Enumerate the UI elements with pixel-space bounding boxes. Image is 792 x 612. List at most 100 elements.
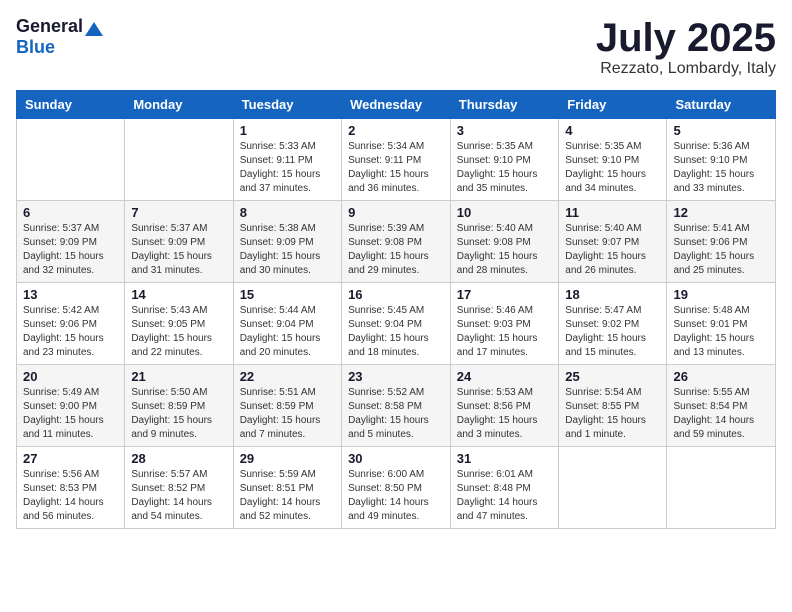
day-detail: Sunrise: 5:35 AM Sunset: 9:10 PM Dayligh… — [457, 140, 553, 196]
calendar-week-row: 6Sunrise: 5:37 AM Sunset: 9:09 PM Daylig… — [17, 201, 776, 283]
day-detail: Sunrise: 5:42 AM Sunset: 9:06 PM Dayligh… — [23, 304, 118, 360]
calendar-header-tuesday: Tuesday — [233, 91, 341, 119]
day-detail: Sunrise: 6:01 AM Sunset: 8:48 PM Dayligh… — [457, 468, 553, 524]
calendar-cell: 2Sunrise: 5:34 AM Sunset: 9:11 PM Daylig… — [342, 119, 451, 201]
calendar-week-row: 27 Sunrise: 5:56 AM Sunset: 8:53 PM Dayli… — [17, 447, 776, 529]
day-detail: Sunrise: 5:50 AM Sunset: 8:59 PM Dayligh… — [131, 386, 226, 442]
day-detail: Sunrise: 5:35 AM Sunset: 9:10 PM Dayligh… — [565, 140, 660, 196]
calendar-cell: 29 Sunrise: 5:59 AM Sunset: 8:51 PM Dayli… — [233, 447, 341, 529]
calendar-cell: 13 Sunrise: 5:42 AM Sunset: 9:06 PM Dayli… — [17, 283, 125, 365]
day-number: 23 — [348, 369, 444, 384]
day-number: 8 — [240, 205, 335, 220]
calendar-cell: 7 Sunrise: 5:37 AM Sunset: 9:09 PM Daylig… — [125, 201, 233, 283]
day-detail: Sunrise: 5:51 AM Sunset: 8:59 PM Dayligh… — [240, 386, 335, 442]
day-number: 27 — [23, 451, 118, 466]
day-detail: Sunrise: 5:48 AM Sunset: 9:01 PM Dayligh… — [673, 304, 769, 360]
calendar-cell: 23Sunrise: 5:52 AM Sunset: 8:58 PM Dayli… — [342, 365, 451, 447]
calendar-header-thursday: Thursday — [450, 91, 559, 119]
calendar-cell — [125, 119, 233, 201]
calendar-header-saturday: Saturday — [667, 91, 776, 119]
calendar-cell: 31 Sunrise: 6:01 AM Sunset: 8:48 PM Dayli… — [450, 447, 559, 529]
day-number: 11 — [565, 205, 660, 220]
day-number: 26 — [673, 369, 769, 384]
calendar-header-row: SundayMondayTuesdayWednesdayThursdayFrid… — [17, 91, 776, 119]
header: General Blue July 2025 Rezzato, Lombardy… — [16, 16, 776, 78]
day-number: 24 — [457, 369, 553, 384]
calendar-week-row: 13 Sunrise: 5:42 AM Sunset: 9:06 PM Dayli… — [17, 283, 776, 365]
day-number: 1 — [240, 123, 335, 138]
calendar-cell: 11 Sunrise: 5:40 AM Sunset: 9:07 PM Dayli… — [559, 201, 667, 283]
day-detail: Sunrise: 5:59 AM Sunset: 8:51 PM Dayligh… — [240, 468, 335, 524]
day-detail: Sunrise: 5:37 AM Sunset: 9:09 PM Dayligh… — [131, 222, 226, 278]
calendar-cell: 5 Sunrise: 5:36 AM Sunset: 9:10 PM Daylig… — [667, 119, 776, 201]
day-number: 28 — [131, 451, 226, 466]
calendar-cell: 18 Sunrise: 5:47 AM Sunset: 9:02 PM Dayli… — [559, 283, 667, 365]
calendar-header-friday: Friday — [559, 91, 667, 119]
calendar-cell: 4Sunrise: 5:35 AM Sunset: 9:10 PM Daylig… — [559, 119, 667, 201]
calendar-cell: 21 Sunrise: 5:50 AM Sunset: 8:59 PM Dayli… — [125, 365, 233, 447]
month-title: July 2025 — [596, 16, 776, 60]
day-number: 9 — [348, 205, 444, 220]
day-detail: Sunrise: 5:55 AM Sunset: 8:54 PM Dayligh… — [673, 386, 769, 442]
calendar-header-sunday: Sunday — [17, 91, 125, 119]
calendar-cell: 10Sunrise: 5:40 AM Sunset: 9:08 PM Dayli… — [450, 201, 559, 283]
logo-icon — [85, 22, 103, 36]
day-number: 14 — [131, 287, 226, 302]
day-detail: Sunrise: 5:43 AM Sunset: 9:05 PM Dayligh… — [131, 304, 226, 360]
day-number: 22 — [240, 369, 335, 384]
calendar-cell: 15Sunrise: 5:44 AM Sunset: 9:04 PM Dayli… — [233, 283, 341, 365]
calendar-cell: 25 Sunrise: 5:54 AM Sunset: 8:55 PM Dayli… — [559, 365, 667, 447]
calendar-week-row: 1Sunrise: 5:33 AM Sunset: 9:11 PM Daylig… — [17, 119, 776, 201]
day-number: 13 — [23, 287, 118, 302]
day-number: 30 — [348, 451, 444, 466]
calendar-cell: 12 Sunrise: 5:41 AM Sunset: 9:06 PM Dayli… — [667, 201, 776, 283]
day-number: 21 — [131, 369, 226, 384]
day-detail: Sunrise: 5:39 AM Sunset: 9:08 PM Dayligh… — [348, 222, 444, 278]
day-detail: Sunrise: 5:49 AM Sunset: 9:00 PM Dayligh… — [23, 386, 118, 442]
day-detail: Sunrise: 6:00 AM Sunset: 8:50 PM Dayligh… — [348, 468, 444, 524]
day-number: 16 — [348, 287, 444, 302]
day-number: 5 — [673, 123, 769, 138]
day-number: 25 — [565, 369, 660, 384]
day-detail: Sunrise: 5:56 AM Sunset: 8:53 PM Dayligh… — [23, 468, 118, 524]
calendar-cell: 26 Sunrise: 5:55 AM Sunset: 8:54 PM Dayli… — [667, 365, 776, 447]
calendar-cell: 24 Sunrise: 5:53 AM Sunset: 8:56 PM Dayli… — [450, 365, 559, 447]
day-detail: Sunrise: 5:45 AM Sunset: 9:04 PM Dayligh… — [348, 304, 444, 360]
day-number: 19 — [673, 287, 769, 302]
day-detail: Sunrise: 5:47 AM Sunset: 9:02 PM Dayligh… — [565, 304, 660, 360]
day-detail: Sunrise: 5:57 AM Sunset: 8:52 PM Dayligh… — [131, 468, 226, 524]
calendar-cell: 17Sunrise: 5:46 AM Sunset: 9:03 PM Dayli… — [450, 283, 559, 365]
day-detail: Sunrise: 5:46 AM Sunset: 9:03 PM Dayligh… — [457, 304, 553, 360]
day-number: 3 — [457, 123, 553, 138]
calendar-cell: 19 Sunrise: 5:48 AM Sunset: 9:01 PM Dayli… — [667, 283, 776, 365]
logo: General Blue — [16, 16, 103, 58]
day-number: 29 — [240, 451, 335, 466]
calendar-cell: 22 Sunrise: 5:51 AM Sunset: 8:59 PM Dayli… — [233, 365, 341, 447]
calendar-cell: 30 Sunrise: 6:00 AM Sunset: 8:50 PM Dayli… — [342, 447, 451, 529]
calendar-cell — [559, 447, 667, 529]
calendar-header-wednesday: Wednesday — [342, 91, 451, 119]
day-detail: Sunrise: 5:38 AM Sunset: 9:09 PM Dayligh… — [240, 222, 335, 278]
calendar-week-row: 20 Sunrise: 5:49 AM Sunset: 9:00 PM Dayli… — [17, 365, 776, 447]
day-detail: Sunrise: 5:36 AM Sunset: 9:10 PM Dayligh… — [673, 140, 769, 196]
day-detail: Sunrise: 5:41 AM Sunset: 9:06 PM Dayligh… — [673, 222, 769, 278]
calendar-cell: 14 Sunrise: 5:43 AM Sunset: 9:05 PM Dayli… — [125, 283, 233, 365]
location-title: Rezzato, Lombardy, Italy — [596, 60, 776, 78]
calendar-cell: 16 Sunrise: 5:45 AM Sunset: 9:04 PM Dayli… — [342, 283, 451, 365]
day-number: 7 — [131, 205, 226, 220]
day-detail: Sunrise: 5:53 AM Sunset: 8:56 PM Dayligh… — [457, 386, 553, 442]
day-number: 12 — [673, 205, 769, 220]
day-detail: Sunrise: 5:40 AM Sunset: 9:08 PM Dayligh… — [457, 222, 553, 278]
day-number: 18 — [565, 287, 660, 302]
day-detail: Sunrise: 5:37 AM Sunset: 9:09 PM Dayligh… — [23, 222, 118, 278]
day-number: 20 — [23, 369, 118, 384]
day-detail: Sunrise: 5:40 AM Sunset: 9:07 PM Dayligh… — [565, 222, 660, 278]
logo-blue: Blue — [16, 37, 55, 57]
day-number: 2 — [348, 123, 444, 138]
day-number: 31 — [457, 451, 553, 466]
logo-general: General — [16, 16, 83, 37]
calendar-header-monday: Monday — [125, 91, 233, 119]
day-detail: Sunrise: 5:54 AM Sunset: 8:55 PM Dayligh… — [565, 386, 660, 442]
calendar-cell: 27 Sunrise: 5:56 AM Sunset: 8:53 PM Dayli… — [17, 447, 125, 529]
calendar-cell: 28 Sunrise: 5:57 AM Sunset: 8:52 PM Dayli… — [125, 447, 233, 529]
